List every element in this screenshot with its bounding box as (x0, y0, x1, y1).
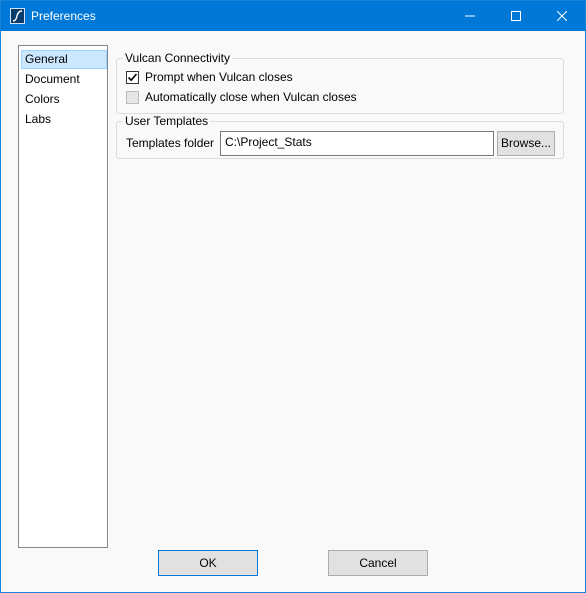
nav-item-labs[interactable]: Labs (21, 110, 107, 129)
window-title: Preferences (31, 9, 96, 23)
auto-close-label: Automatically close when Vulcan closes (145, 90, 357, 104)
user-templates-group: User Templates Templates folder C:\Proje… (116, 114, 564, 159)
close-icon (557, 11, 567, 21)
maximize-icon (511, 11, 521, 21)
templates-group-title: User Templates (123, 114, 211, 128)
category-list[interactable]: General Document Colors Labs (18, 45, 108, 548)
nav-item-general[interactable]: General (21, 50, 107, 69)
cancel-button[interactable]: Cancel (328, 550, 428, 576)
vulcan-connectivity-group: Vulcan Connectivity Prompt when Vulcan c… (116, 51, 564, 114)
preferences-window: Preferences General Document Colors Labs… (0, 0, 586, 593)
nav-item-colors[interactable]: Colors (21, 90, 107, 109)
minimize-button[interactable] (447, 1, 493, 31)
nav-item-document[interactable]: Document (21, 70, 107, 89)
prompt-when-closes-option[interactable]: Prompt when Vulcan closes (126, 70, 293, 84)
prompt-label: Prompt when Vulcan closes (145, 70, 293, 84)
close-button[interactable] (539, 1, 585, 31)
app-icon (10, 8, 25, 24)
ok-button[interactable]: OK (158, 550, 258, 576)
minimize-icon (465, 15, 475, 17)
browse-button[interactable]: Browse... (497, 131, 555, 156)
checkmark-icon (127, 72, 138, 81)
templates-folder-input[interactable]: C:\Project_Stats (220, 131, 494, 156)
auto-close-option[interactable]: Automatically close when Vulcan closes (126, 90, 357, 104)
dialog-content: General Document Colors Labs Vulcan Conn… (1, 31, 585, 592)
templates-folder-label: Templates folder (126, 136, 215, 150)
title-bar[interactable]: Preferences (1, 1, 585, 31)
vulcan-group-title: Vulcan Connectivity (123, 51, 232, 65)
auto-close-checkbox[interactable] (126, 90, 139, 104)
maximize-button[interactable] (493, 1, 539, 31)
prompt-checkbox[interactable] (126, 70, 139, 84)
